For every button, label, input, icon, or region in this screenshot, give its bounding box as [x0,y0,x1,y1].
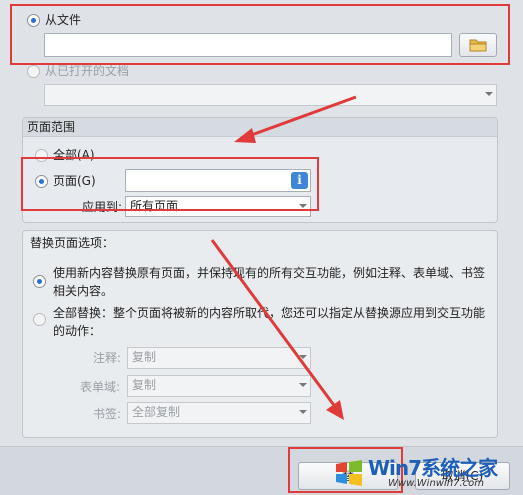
annotation-select[interactable]: 复制 [127,347,311,369]
open-doc-select[interactable] [44,84,497,106]
from-open-doc-label: 从已打开的文档 [45,64,130,78]
annotation-select-value: 复制 [132,350,157,364]
annotation-box-page-range [21,157,319,211]
form-field-select[interactable]: 复制 [127,375,311,397]
chevron-down-icon [485,92,493,96]
annotation-label: 注释: [93,351,122,365]
watermark: Win7系统之家 Www.Winwin7.com [330,448,523,495]
page-range-title: 页面范围 [23,118,497,137]
keep-interactive-radio[interactable] [33,275,46,288]
form-field-select-value: 复制 [132,378,157,392]
watermark-url: Www.Winwin7.com [388,478,484,489]
replace-options-title: 替换页面选项： [30,236,115,250]
bookmark-label: 书签: [93,407,122,421]
keep-interactive-text: 使用新内容替换原有页面，并保持现有的所有交互功能，例如注释、表单域、书签相关内容… [53,266,486,298]
from-open-doc-radio[interactable] [27,65,40,78]
bookmark-select-value: 全部复制 [132,405,181,419]
form-field-label: 表单域: [80,380,121,394]
chevron-down-icon [299,410,307,414]
watermark-text: Win7系统之家 [368,456,498,480]
replace-all-radio[interactable] [33,313,46,326]
chevron-down-icon [299,383,307,387]
bookmark-select[interactable]: 全部复制 [127,402,311,424]
annotation-box-source [10,4,510,65]
chevron-down-icon [299,355,307,359]
windows-logo-icon [336,460,362,486]
replace-all-text: 全部替换：整个页面将被新的内容所取代，您还可以指定从替换源应用到交互功能的动作： [53,306,486,338]
